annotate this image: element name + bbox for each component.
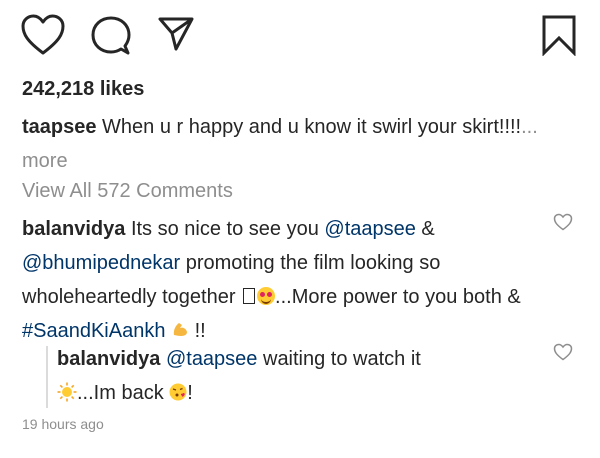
- caption-username[interactable]: taapsee: [22, 116, 97, 138]
- mention-link[interactable]: @taapsee: [166, 348, 257, 370]
- comment-text: ...More power to you both &: [275, 286, 521, 308]
- comment-text: Its so nice to see you: [125, 218, 325, 240]
- kissing-face-emoji-icon: [169, 383, 187, 401]
- comment: balanvidya Its so nice to see you @taaps…: [22, 212, 542, 348]
- comment-text: &: [415, 218, 435, 240]
- reply-text: ...Im back: [77, 382, 170, 404]
- hashtag-link[interactable]: #SaandKiAankh: [22, 320, 165, 342]
- share-button[interactable]: [158, 16, 194, 52]
- sun-emoji-icon: [57, 382, 77, 402]
- mention-link[interactable]: @bhumipednekar: [22, 252, 180, 274]
- mention-link[interactable]: @taapsee: [324, 218, 415, 240]
- bookmark-icon: [542, 15, 576, 56]
- post-caption: taapsee When u r happy and u know it swi…: [22, 110, 562, 178]
- reply-username[interactable]: balanvidya: [57, 348, 160, 370]
- reply-comment: balanvidya @taapsee waiting to watch it …: [57, 342, 537, 410]
- caption-text: When u r happy and u know it swirl your …: [96, 116, 522, 138]
- comment-button[interactable]: [91, 16, 131, 56]
- comment-text: !!: [189, 320, 206, 342]
- post-timestamp: 19 hours ago: [22, 416, 104, 432]
- view-all-comments-link[interactable]: View All 572 Comments: [22, 180, 233, 203]
- likes-count[interactable]: 242,218 likes: [22, 78, 144, 101]
- comment-username[interactable]: balanvidya: [22, 218, 125, 240]
- missing-glyph-icon: [243, 288, 256, 304]
- like-button[interactable]: [20, 14, 66, 56]
- reply-text: waiting to watch it: [257, 348, 421, 370]
- reply-text: !: [187, 382, 193, 404]
- heart-eyes-emoji-icon: [257, 287, 276, 305]
- comment-like-button[interactable]: [553, 213, 573, 236]
- heart-icon: [553, 343, 573, 361]
- reply-thread-line: [46, 346, 48, 408]
- flexed-biceps-emoji-icon: [173, 323, 188, 336]
- heart-icon: [553, 213, 573, 231]
- share-icon: [158, 17, 194, 51]
- heart-icon: [21, 14, 65, 55]
- comment-icon: [91, 16, 131, 55]
- reply-like-button[interactable]: [553, 343, 573, 366]
- save-button[interactable]: [541, 14, 577, 56]
